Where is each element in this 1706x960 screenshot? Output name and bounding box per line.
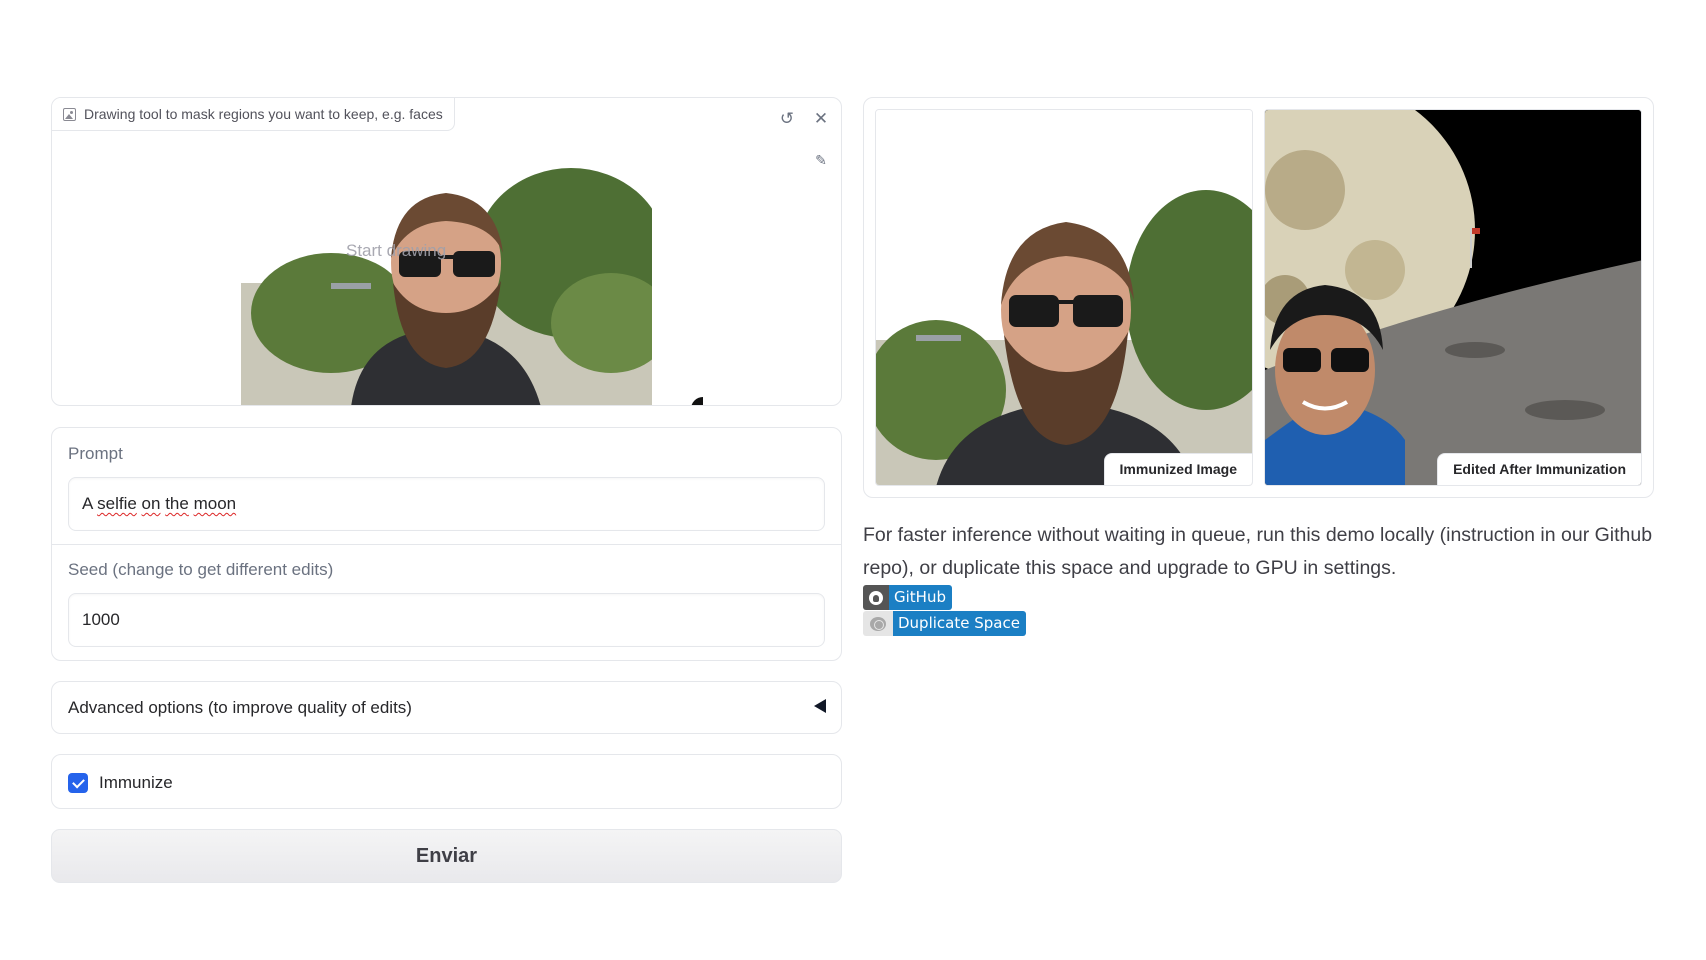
prompt-input[interactable]: A selfie on the moon	[68, 477, 825, 531]
sketch-input[interactable]: Drawing tool to mask regions you want to…	[51, 97, 842, 406]
prompt-label: Prompt	[68, 444, 123, 463]
brush-icon[interactable]: ✎	[809, 148, 833, 172]
prompt-word: moon	[193, 494, 237, 513]
immunize-label[interactable]: Immunize	[99, 773, 173, 793]
immunize-checkbox[interactable]	[68, 773, 88, 793]
prompt-seed-form: Prompt A selfie on the moon Seed (change…	[51, 427, 842, 661]
advanced-options-label: Advanced options (to improve quality of …	[68, 698, 412, 717]
duplicate-space-label: Duplicate Space	[893, 611, 1026, 636]
collapse-arrow-icon[interactable]	[814, 699, 826, 713]
form-divider	[52, 544, 841, 545]
undo-icon[interactable]: ↺	[775, 107, 799, 131]
huggingface-icon	[870, 616, 886, 631]
gallery-caption: Edited After Immunization	[1437, 453, 1641, 485]
prompt-word: on	[141, 494, 161, 513]
image-icon	[63, 108, 76, 121]
close-icon[interactable]: ✕	[809, 107, 833, 131]
gallery-caption: Immunized Image	[1103, 453, 1252, 485]
sketch-canvas-image[interactable]	[241, 163, 652, 405]
duplicate-space-badge[interactable]: Duplicate Space	[863, 611, 1026, 636]
seed-label: Seed (change to get different edits)	[68, 560, 334, 579]
seed-value: 1000	[82, 610, 120, 629]
advanced-options-accordion[interactable]: Advanced options (to improve quality of …	[51, 681, 842, 734]
selfie-photo	[241, 163, 652, 405]
brush-cursor	[691, 397, 703, 405]
instructions-text: For faster inference without waiting in …	[863, 524, 1653, 579]
immunize-option: Immunize	[51, 754, 842, 809]
immunized-photo	[876, 110, 1252, 485]
github-badge[interactable]: GitHub	[863, 585, 952, 610]
gallery-item-edited[interactable]: Edited After Immunization	[1264, 109, 1642, 486]
github-badge-label: GitHub	[889, 585, 952, 610]
sketch-label-tab: Drawing tool to mask regions you want to…	[52, 98, 455, 131]
gallery-item-immunized[interactable]: Immunized Image	[875, 109, 1253, 486]
prompt-word: the	[165, 494, 189, 513]
submit-button[interactable]: Enviar	[51, 829, 842, 883]
start-drawing-placeholder: Start drawing	[346, 241, 447, 260]
output-gallery: Immunized Image Edited After Immunizatio…	[863, 97, 1654, 498]
prompt-value-prefix: A	[82, 494, 98, 513]
prompt-word: selfie	[97, 494, 137, 513]
edited-photo	[1265, 110, 1641, 485]
seed-input[interactable]: 1000	[68, 593, 825, 647]
sketch-label: Drawing tool to mask regions you want to…	[84, 106, 443, 122]
github-icon	[869, 590, 883, 605]
